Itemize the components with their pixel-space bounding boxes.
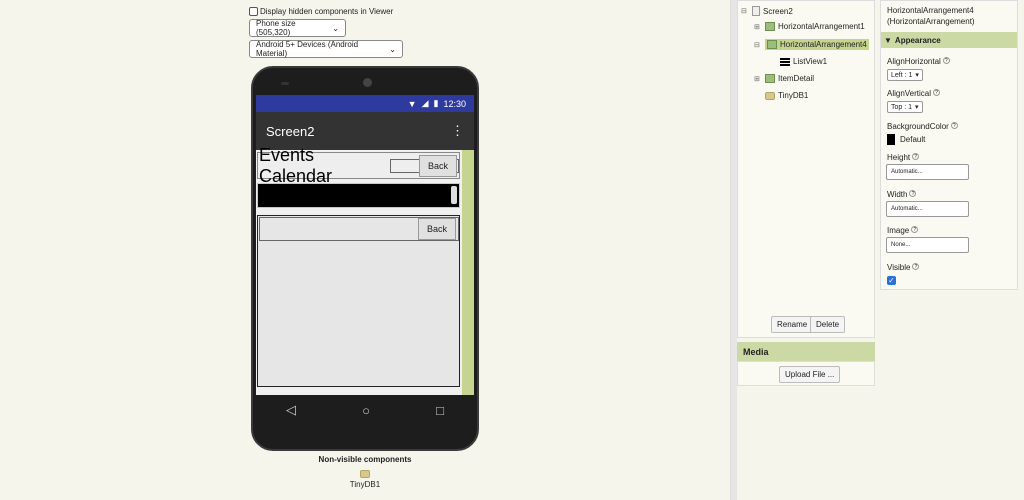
help-icon[interactable]: ?: [912, 263, 920, 270]
nonvisible-tinydb[interactable]: TinyDB1: [335, 470, 395, 489]
chevron-down-icon: ⌄: [332, 23, 339, 33]
back-button[interactable]: Back: [417, 218, 456, 240]
help-icon[interactable]: ?: [942, 57, 950, 64]
delete-button[interactable]: Delete: [810, 316, 846, 333]
tree-item-itemdetail[interactable]: ⊞ ItemDetail: [754, 74, 814, 83]
tree-item-listview1[interactable]: ListView1: [780, 57, 827, 66]
upload-file-button[interactable]: Upload File ...: [779, 366, 841, 383]
status-bar: ▼ ◢ ▮ 12:30: [256, 95, 474, 112]
tree-item-label: Screen2: [763, 6, 793, 16]
events-calendar-label[interactable]: Events Calendar: [259, 145, 390, 187]
visible-label: Visible?: [887, 263, 920, 272]
selection-strip: [462, 150, 474, 395]
display-hidden-checkbox[interactable]: Display hidden components in Viewer: [249, 7, 393, 16]
align-horizontal-label: AlignHorizontal?: [887, 57, 950, 66]
tree-item-label: HorizontalArrangement4: [780, 40, 867, 49]
chevron-down-icon: ▾: [915, 72, 919, 79]
properties-title: HorizontalArrangement4 (HorizontalArrang…: [887, 5, 975, 27]
appearance-section-header[interactable]: ▼ Appearance: [881, 32, 1017, 48]
rename-button[interactable]: Rename: [771, 316, 814, 333]
screen-content: Events Calendar Back Back: [256, 145, 474, 395]
listview-icon: [780, 57, 790, 66]
signal-icon: ◢: [421, 98, 429, 108]
arrangement-icon: [765, 74, 775, 83]
android-nav-bar: ◁ ○ □: [253, 395, 477, 425]
color-swatch: [887, 134, 895, 145]
phone-size-value: Phone size (505,320): [256, 19, 296, 37]
phone-frame: ▼ ◢ ▮ 12:30 Screen2 ⋮ Events Calendar Ba…: [251, 66, 479, 451]
tree-item-label: ItemDetail: [778, 74, 815, 83]
background-color-picker[interactable]: Default: [887, 134, 925, 145]
chevron-down-icon: ▾: [915, 104, 919, 111]
item-detail-arrangement[interactable]: Back: [257, 215, 460, 387]
image-input[interactable]: None...: [886, 237, 969, 253]
background-color-label: BackgroundColor?: [887, 122, 958, 131]
align-vertical-select[interactable]: Top : 1 ▾: [887, 101, 923, 113]
image-label: Image?: [887, 226, 919, 235]
collapse-icon[interactable]: ⊟: [754, 41, 762, 49]
tree-item-horizontalarrangement4[interactable]: ⊟ HorizontalArrangement4: [754, 39, 869, 50]
expand-icon[interactable]: ⊞: [754, 23, 762, 31]
components-panel: [737, 0, 875, 338]
media-header: Media: [737, 342, 875, 361]
selected-tree-item[interactable]: HorizontalArrangement4: [765, 39, 869, 50]
device-type-value: Android 5+ Devices (Android Material): [256, 40, 359, 58]
panel-divider: [730, 0, 737, 500]
tree-item-horizontalarrangement1[interactable]: ⊞ HorizontalArrangement1: [754, 22, 865, 31]
nav-back-icon[interactable]: ◁: [286, 402, 296, 418]
height-label: Height?: [887, 153, 920, 162]
nav-home-icon[interactable]: ○: [362, 403, 370, 418]
help-icon[interactable]: ?: [909, 190, 917, 197]
width-label: Width?: [887, 190, 917, 199]
collapse-triangle-icon[interactable]: ▼: [884, 36, 892, 45]
screen-icon: [752, 6, 760, 16]
back-button-wrapper: Back: [389, 154, 459, 177]
database-icon: [765, 91, 775, 100]
chevron-down-icon: ⌄: [389, 44, 396, 54]
horizontal-arrangement-1[interactable]: Events Calendar Back: [257, 145, 460, 186]
horizontal-arrangement-4[interactable]: [257, 183, 460, 208]
tree-item-label: TinyDB1: [778, 91, 809, 100]
width-input[interactable]: Automatic...: [886, 201, 969, 217]
help-icon[interactable]: ?: [912, 153, 920, 160]
tree-item-screen2[interactable]: ⊟ Screen2: [741, 6, 793, 16]
nonvisible-components-title: Non-visible components: [318, 455, 412, 464]
arrangement-icon: [767, 40, 777, 49]
phone-camera: [363, 78, 372, 87]
listview-scrollbar[interactable]: [451, 186, 457, 204]
help-icon[interactable]: ?: [950, 122, 958, 129]
tree-item-tinydb1[interactable]: TinyDB1: [765, 91, 808, 100]
collapse-icon[interactable]: ⊟: [741, 7, 749, 15]
properties-component-type: (HorizontalArrangement): [887, 17, 975, 26]
phone-screen[interactable]: ▼ ◢ ▮ 12:30 Screen2 ⋮ Events Calendar Ba…: [256, 95, 474, 395]
expand-icon[interactable]: ⊞: [754, 75, 762, 83]
arrangement-icon: [765, 22, 775, 31]
help-icon[interactable]: ?: [911, 226, 919, 233]
properties-component-name: HorizontalArrangement4: [887, 6, 974, 15]
nonvisible-tinydb-label: TinyDB1: [349, 480, 381, 489]
visible-checkbox[interactable]: ✓: [887, 276, 896, 285]
display-hidden-label: Display hidden components in Viewer: [260, 7, 394, 16]
align-vertical-label: AlignVertical?: [887, 89, 941, 98]
help-icon[interactable]: ?: [933, 89, 941, 96]
wifi-icon: ▼: [407, 98, 417, 109]
item-detail-header: Back: [259, 217, 459, 241]
section-label: Appearance: [894, 35, 941, 45]
status-time: 12:30: [443, 98, 466, 109]
phone-size-select[interactable]: Phone size (505,320) ⌄: [249, 19, 346, 37]
height-input[interactable]: Automatic...: [886, 164, 969, 180]
battery-icon: ▮: [433, 98, 439, 108]
nav-recents-icon[interactable]: □: [436, 403, 444, 418]
device-type-select[interactable]: Android 5+ Devices (Android Material) ⌄: [249, 40, 403, 58]
phone-sensor: [281, 82, 289, 85]
tree-item-label: ListView1: [793, 57, 828, 66]
checkbox-box[interactable]: [249, 7, 258, 16]
database-icon: [360, 470, 370, 478]
back-button[interactable]: Back: [418, 154, 457, 177]
tree-item-label: HorizontalArrangement1: [778, 22, 865, 31]
align-horizontal-select[interactable]: Left : 1 ▾: [887, 69, 923, 81]
screen-title: Screen2: [266, 123, 315, 139]
overflow-menu-icon[interactable]: ⋮: [451, 123, 464, 139]
background-color-value: Default: [900, 135, 926, 144]
